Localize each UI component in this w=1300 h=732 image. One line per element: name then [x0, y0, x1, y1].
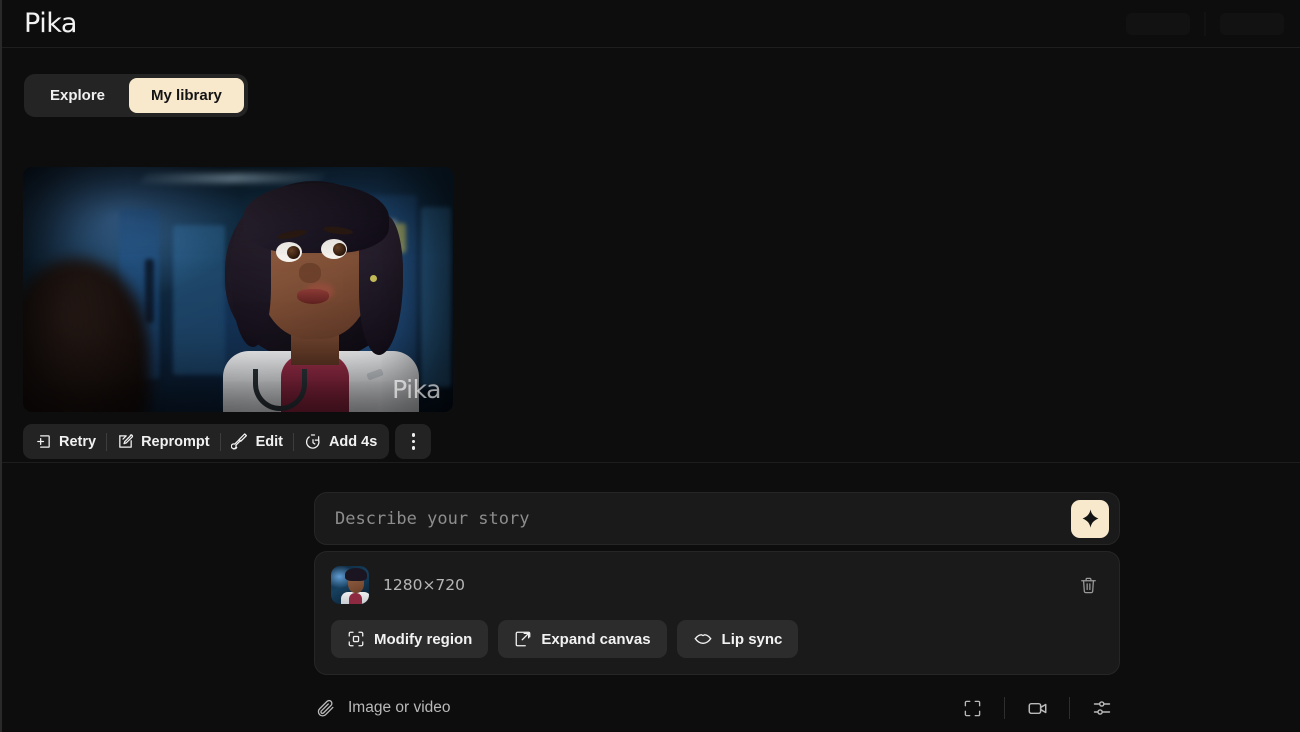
generate-button[interactable] [1071, 499, 1109, 538]
icon-separator [1069, 697, 1070, 719]
header-right-controls [1126, 11, 1284, 36]
more-options-icon [411, 433, 416, 450]
corridor-panel [421, 207, 451, 387]
character-doctor [219, 179, 419, 412]
retry-label: Retry [59, 433, 97, 450]
reprompt-label: Reprompt [141, 433, 210, 450]
lips-icon [693, 629, 713, 649]
mouth [297, 289, 329, 304]
paperclip-icon [316, 698, 336, 718]
composer-bottom-bar: Image or video [314, 689, 1120, 727]
retry-button[interactable]: Retry [25, 426, 106, 457]
lip-sync-button[interactable]: Lip sync [676, 620, 799, 658]
attach-media-label: Image or video [348, 699, 451, 716]
delete-attachment-button[interactable] [1073, 570, 1103, 600]
modify-region-label: Modify region [374, 630, 473, 648]
header-ghost-button-2[interactable] [1220, 12, 1284, 35]
paintbrush-icon [230, 432, 249, 451]
add-4s-button[interactable]: Add 4s [294, 426, 387, 457]
app-header: Pika [2, 0, 1300, 48]
corridor-panel [173, 225, 225, 375]
add-4s-label: Add 4s [328, 433, 378, 450]
more-options-button[interactable] [395, 424, 432, 459]
brand-logo[interactable]: Pika [24, 8, 77, 39]
video-action-group: Retry Reprompt Edit Add 4s [23, 424, 390, 459]
reprompt-button[interactable]: Reprompt [107, 426, 219, 457]
earring [370, 275, 377, 282]
main-tabs: Explore My library [24, 74, 248, 117]
header-divider [1204, 11, 1206, 36]
icon-separator [1004, 697, 1005, 719]
video-thumbnail-card[interactable]: Pika [23, 167, 453, 412]
tab-my-library[interactable]: My library [129, 78, 244, 113]
attachment-resolution: 1280×720 [383, 576, 466, 594]
prompt-input[interactable] [335, 508, 1071, 529]
add-frame-icon [35, 433, 52, 450]
pupil-right [333, 243, 346, 256]
app-window: Pika Explore My library Pika Retry Repro… [0, 0, 1300, 732]
expand-canvas-icon [514, 630, 532, 648]
corridor-panel [145, 259, 154, 323]
prompt-box [314, 492, 1120, 545]
header-ghost-button-1[interactable] [1126, 12, 1190, 35]
video-mode-button[interactable] [1023, 694, 1051, 722]
attachment-panel: 1280×720 Modify region Expand canvas Lip… [314, 551, 1120, 675]
video-camera-icon [1027, 698, 1048, 719]
stopwatch-icon [304, 433, 322, 451]
expand-canvas-label: Expand canvas [541, 630, 651, 648]
nose [299, 263, 321, 283]
eye-left [276, 242, 302, 262]
edit-label: Edit [255, 433, 283, 450]
pencil-square-icon [117, 433, 134, 450]
video-action-toolbar: Retry Reprompt Edit Add 4s [23, 424, 432, 459]
tab-explore[interactable]: Explore [28, 78, 127, 113]
thumbnail-hair [345, 568, 367, 581]
modify-region-button[interactable]: Modify region [331, 620, 489, 658]
settings-sliders-icon [1092, 698, 1112, 718]
aspect-ratio-icon [963, 699, 982, 718]
attach-media-button[interactable]: Image or video [316, 698, 451, 718]
composer-tool-icons [958, 694, 1116, 722]
edit-button[interactable]: Edit [221, 426, 293, 457]
modify-region-icon [347, 630, 365, 648]
trash-icon [1079, 576, 1098, 595]
video-scene-background [23, 167, 453, 412]
hair-front [243, 183, 389, 253]
sparkle-icon [1080, 508, 1101, 529]
aspect-ratio-button[interactable] [958, 694, 986, 722]
section-divider [2, 462, 1300, 463]
lip-sync-label: Lip sync [721, 630, 783, 648]
eye-right [321, 239, 347, 259]
attachment-actions: Modify region Expand canvas Lip sync [331, 620, 1103, 658]
composer: 1280×720 [314, 492, 1120, 727]
expand-canvas-button[interactable]: Expand canvas [498, 620, 667, 658]
pupil-left [287, 246, 300, 259]
attachment-thumbnail[interactable] [331, 566, 369, 604]
settings-button[interactable] [1088, 694, 1116, 722]
attachment-header: 1280×720 [331, 566, 1103, 604]
thumbnail-shirt [349, 593, 362, 604]
